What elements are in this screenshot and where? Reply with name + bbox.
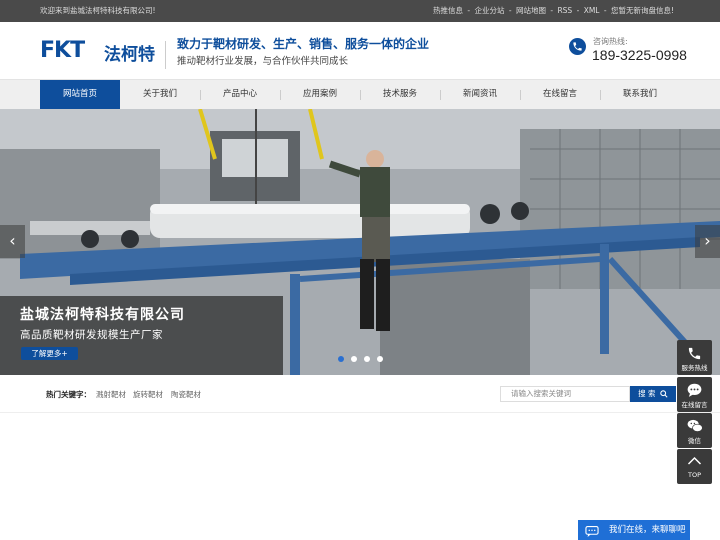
logo-divider: [165, 41, 166, 69]
hero-banner[interactable]: 盐城法柯特科技有限公司 高品质靶材研发规模生产厂家 了解更多+ ‹ ›: [0, 109, 720, 375]
arrow-up-icon: [687, 456, 702, 465]
nav-message[interactable]: 在线留言: [520, 80, 600, 110]
learn-more-button[interactable]: 了解更多+: [21, 347, 78, 360]
nav-contact[interactable]: 联系我们: [600, 80, 680, 110]
logo-mark: FKT: [40, 38, 85, 63]
sidebar-label: 在线留言: [681, 401, 708, 409]
chat-icon: [585, 526, 599, 537]
hot-keywords-label: 热门关键字：: [46, 390, 91, 399]
logo-name: 法柯特: [104, 45, 155, 65]
online-message-button[interactable]: 在线留言: [677, 377, 712, 412]
banner-title: 盐城法柯特科技有限公司: [20, 307, 185, 323]
keyword-link[interactable]: 陶瓷靶材: [171, 389, 201, 400]
nav-cases[interactable]: 应用案例: [280, 80, 360, 110]
live-chat-bar[interactable]: 我们在线，来聊聊吧: [578, 520, 690, 540]
wechat-icon: [687, 419, 703, 432]
wechat-button[interactable]: 微信: [677, 413, 712, 448]
nav-products[interactable]: 产品中心: [200, 80, 280, 110]
phone-icon: [569, 38, 586, 55]
nav-tech-service[interactable]: 技术服务: [360, 80, 440, 110]
top-links: 热推信息 - 企业分站 - 网站地图 - RSS - XML - 您暂无新询盘信…: [432, 6, 674, 15]
banner-subtitle: 高品质靶材研发规模生产厂家: [20, 329, 163, 341]
link-xml[interactable]: XML: [584, 6, 600, 15]
link-sitemap[interactable]: 网站地图: [516, 6, 546, 15]
inquiry-status[interactable]: 您暂无新询盘信息!: [611, 6, 674, 15]
slide-dot[interactable]: [351, 356, 357, 362]
welcome-text: 欢迎来到盐城法柯特科技有限公司!: [40, 6, 156, 15]
slide-dot[interactable]: [338, 356, 344, 362]
next-slide-button[interactable]: ›: [695, 225, 720, 258]
slide-dot[interactable]: [364, 356, 370, 362]
hotline-label: 咨询热线:: [593, 37, 628, 46]
top-bar: 欢迎来到盐城法柯特科技有限公司! 热推信息 - 企业分站 - 网站地图 - RS…: [0, 0, 720, 22]
sidebar-label: TOP: [687, 471, 701, 479]
link-hot-info[interactable]: 热推信息: [433, 6, 463, 15]
nav-about[interactable]: 关于我们: [120, 80, 200, 110]
nav-home[interactable]: 网站首页: [40, 80, 120, 110]
back-to-top-button[interactable]: TOP: [677, 449, 712, 484]
chevron-right-icon: ›: [704, 231, 711, 250]
search-button[interactable]: 搜 索: [630, 386, 676, 402]
chat-label: 我们在线，来聊聊吧: [609, 525, 686, 535]
message-icon: [687, 383, 702, 397]
keyword-link[interactable]: 旋转靶材: [133, 389, 163, 400]
slide-dot[interactable]: [377, 356, 383, 362]
hotline-number[interactable]: 189-3225-0998: [592, 47, 687, 63]
main-nav: 网站首页 关于我们 产品中心 应用案例 技术服务 新闻资讯 在线留言 联系我们: [0, 79, 720, 110]
service-hotline-button[interactable]: 服务热线: [677, 340, 712, 375]
nav-news[interactable]: 新闻资讯: [440, 80, 520, 110]
keyword-link[interactable]: 溅射靶材: [96, 389, 126, 400]
search-icon: [660, 390, 668, 398]
phone-icon: [688, 347, 701, 360]
slogan-sub: 推动靶材行业发展，与合作伙伴共同成长: [177, 56, 349, 67]
slogan-main: 致力于靶材研发、生产、销售、服务一体的企业: [177, 37, 430, 51]
chevron-left-icon: ‹: [9, 231, 16, 250]
prev-slide-button[interactable]: ‹: [0, 225, 25, 258]
search-button-label: 搜 索: [638, 389, 656, 398]
link-branch[interactable]: 企业分站: [474, 6, 504, 15]
site-header: FKT 法柯特 致力于靶材研发、生产、销售、服务一体的企业 推动靶材行业发展，与…: [0, 22, 720, 79]
keyword-search-bar: 热门关键字： 溅射靶材 旋转靶材 陶瓷靶材 请输入搜索关键词 搜 索: [0, 375, 720, 413]
sidebar-label: 微信: [688, 437, 701, 445]
sidebar-label: 服务热线: [681, 364, 708, 372]
site-logo[interactable]: FKT 法柯特: [40, 38, 158, 68]
search-input[interactable]: 请输入搜索关键词: [500, 386, 630, 402]
link-rss[interactable]: RSS: [557, 6, 572, 15]
